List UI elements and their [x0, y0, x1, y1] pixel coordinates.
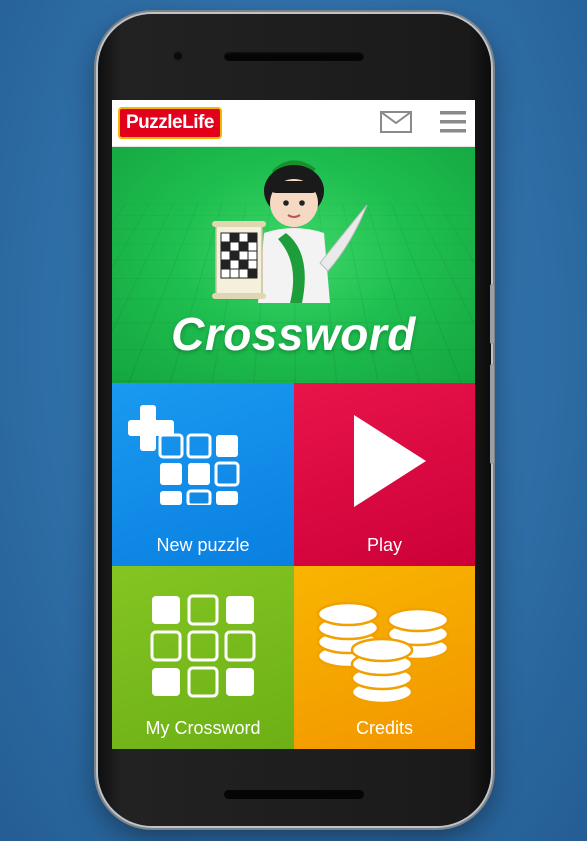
hero-banner: Crossword — [112, 147, 475, 383]
puzzlelife-logo[interactable]: PuzzleLife — [118, 107, 222, 139]
credits-tile[interactable]: Credits — [294, 566, 475, 749]
credits-label: Credits — [355, 718, 413, 738]
bottom-speaker — [224, 790, 364, 799]
new-puzzle-tile[interactable]: New puzzle — [112, 383, 294, 566]
my-crossword-tile[interactable]: My Crossword — [112, 566, 294, 749]
earpiece-speaker — [224, 52, 364, 61]
hero-title: Crossword — [171, 308, 416, 360]
new-puzzle-label: New puzzle — [156, 535, 250, 555]
my-crossword-label: My Crossword — [145, 718, 261, 738]
play-icon — [354, 415, 426, 507]
play-label: Play — [366, 535, 402, 555]
app-screen: PuzzleLife Crossword New puzzle Play My … — [112, 100, 475, 749]
tile-grid: New puzzle Play My Crossword Credits — [112, 383, 475, 749]
coins-icon — [316, 601, 450, 705]
mail-icon[interactable] — [380, 111, 412, 133]
phone-frame: PuzzleLife Crossword New puzzle Play My … — [98, 14, 494, 826]
new-puzzle-grid-plus-icon — [128, 405, 240, 505]
volume-button — [490, 364, 494, 464]
mascot-illustration — [212, 160, 368, 303]
hamburger-menu-icon[interactable] — [440, 110, 466, 134]
front-camera — [172, 50, 184, 62]
grid-icon — [150, 594, 256, 698]
play-tile[interactable]: Play — [294, 383, 475, 566]
app-bar: PuzzleLife — [112, 100, 475, 147]
power-button — [490, 284, 494, 344]
